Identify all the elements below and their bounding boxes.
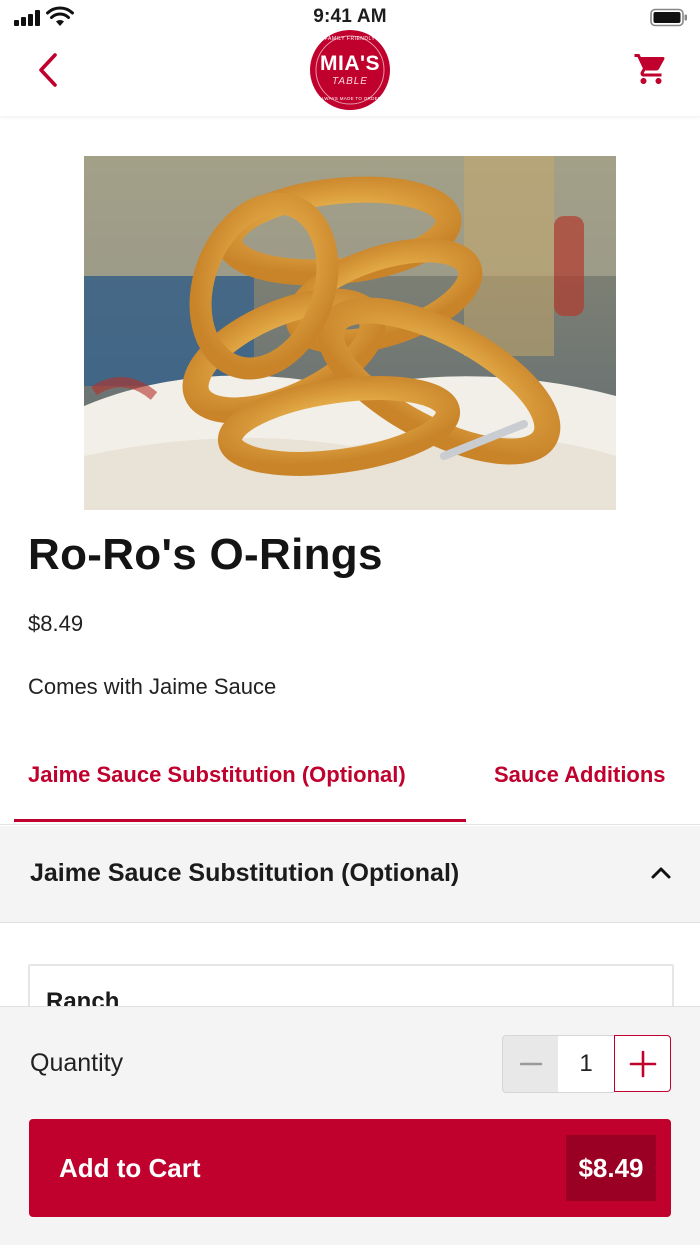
- quantity-value[interactable]: 1: [558, 1035, 614, 1093]
- battery-icon: [650, 8, 687, 27]
- app-header: MIA'S TABLE FAMILY FRIENDLY ALWAYS MADE …: [0, 30, 700, 116]
- logo-name: MIA'S: [320, 52, 380, 75]
- onion-rings-photo: [84, 156, 616, 510]
- add-to-cart-label: Add to Cart: [59, 1153, 201, 1183]
- chevron-left-icon: [39, 53, 57, 87]
- minus-icon: [519, 1062, 543, 1066]
- product-price: $8.49: [28, 611, 84, 636]
- brand-logo[interactable]: MIA'S TABLE FAMILY FRIENDLY ALWAYS MADE …: [308, 28, 392, 112]
- logo-ring-top: FAMILY FRIENDLY: [324, 36, 376, 42]
- quantity-stepper: 1: [502, 1035, 671, 1093]
- add-to-cart-total: $8.49: [566, 1135, 656, 1201]
- status-time: 9:41 AM: [313, 6, 387, 27]
- product-title: Ro-Ro's O-Rings: [28, 530, 383, 579]
- back-button[interactable]: [28, 48, 68, 92]
- product-description: Comes with Jaime Sauce: [28, 674, 277, 699]
- option-tabs: Jaime Sauce Substitution (Optional) Sauc…: [0, 740, 700, 826]
- tabs-divider: [0, 824, 700, 825]
- plus-icon: [629, 1050, 656, 1077]
- add-to-cart-button[interactable]: Add to Cart $8.49: [29, 1119, 671, 1217]
- accordion-header[interactable]: Jaime Sauce Substitution (Optional): [0, 826, 700, 923]
- tab-jaime-sauce-substitution[interactable]: Jaime Sauce Substitution (Optional): [28, 762, 406, 788]
- cart-button[interactable]: [628, 46, 674, 92]
- tab-sauce-additions[interactable]: Sauce Additions: [494, 762, 666, 788]
- decrease-quantity-button[interactable]: [502, 1035, 560, 1093]
- increase-quantity-button[interactable]: [614, 1035, 671, 1092]
- accordion-title: Jaime Sauce Substitution (Optional): [30, 859, 460, 887]
- logo-ring-bottom: ALWAYS MADE TO ORDER: [318, 96, 382, 101]
- logo-sub: TABLE: [332, 76, 368, 87]
- chevron-up-icon[interactable]: [650, 862, 672, 884]
- order-panel: Quantity 1 Add to Cart $8.49: [0, 1006, 700, 1245]
- shopping-cart-icon: [634, 54, 665, 84]
- product-image: [84, 156, 616, 510]
- quantity-label: Quantity: [30, 1049, 124, 1077]
- active-tab-indicator: [14, 819, 466, 822]
